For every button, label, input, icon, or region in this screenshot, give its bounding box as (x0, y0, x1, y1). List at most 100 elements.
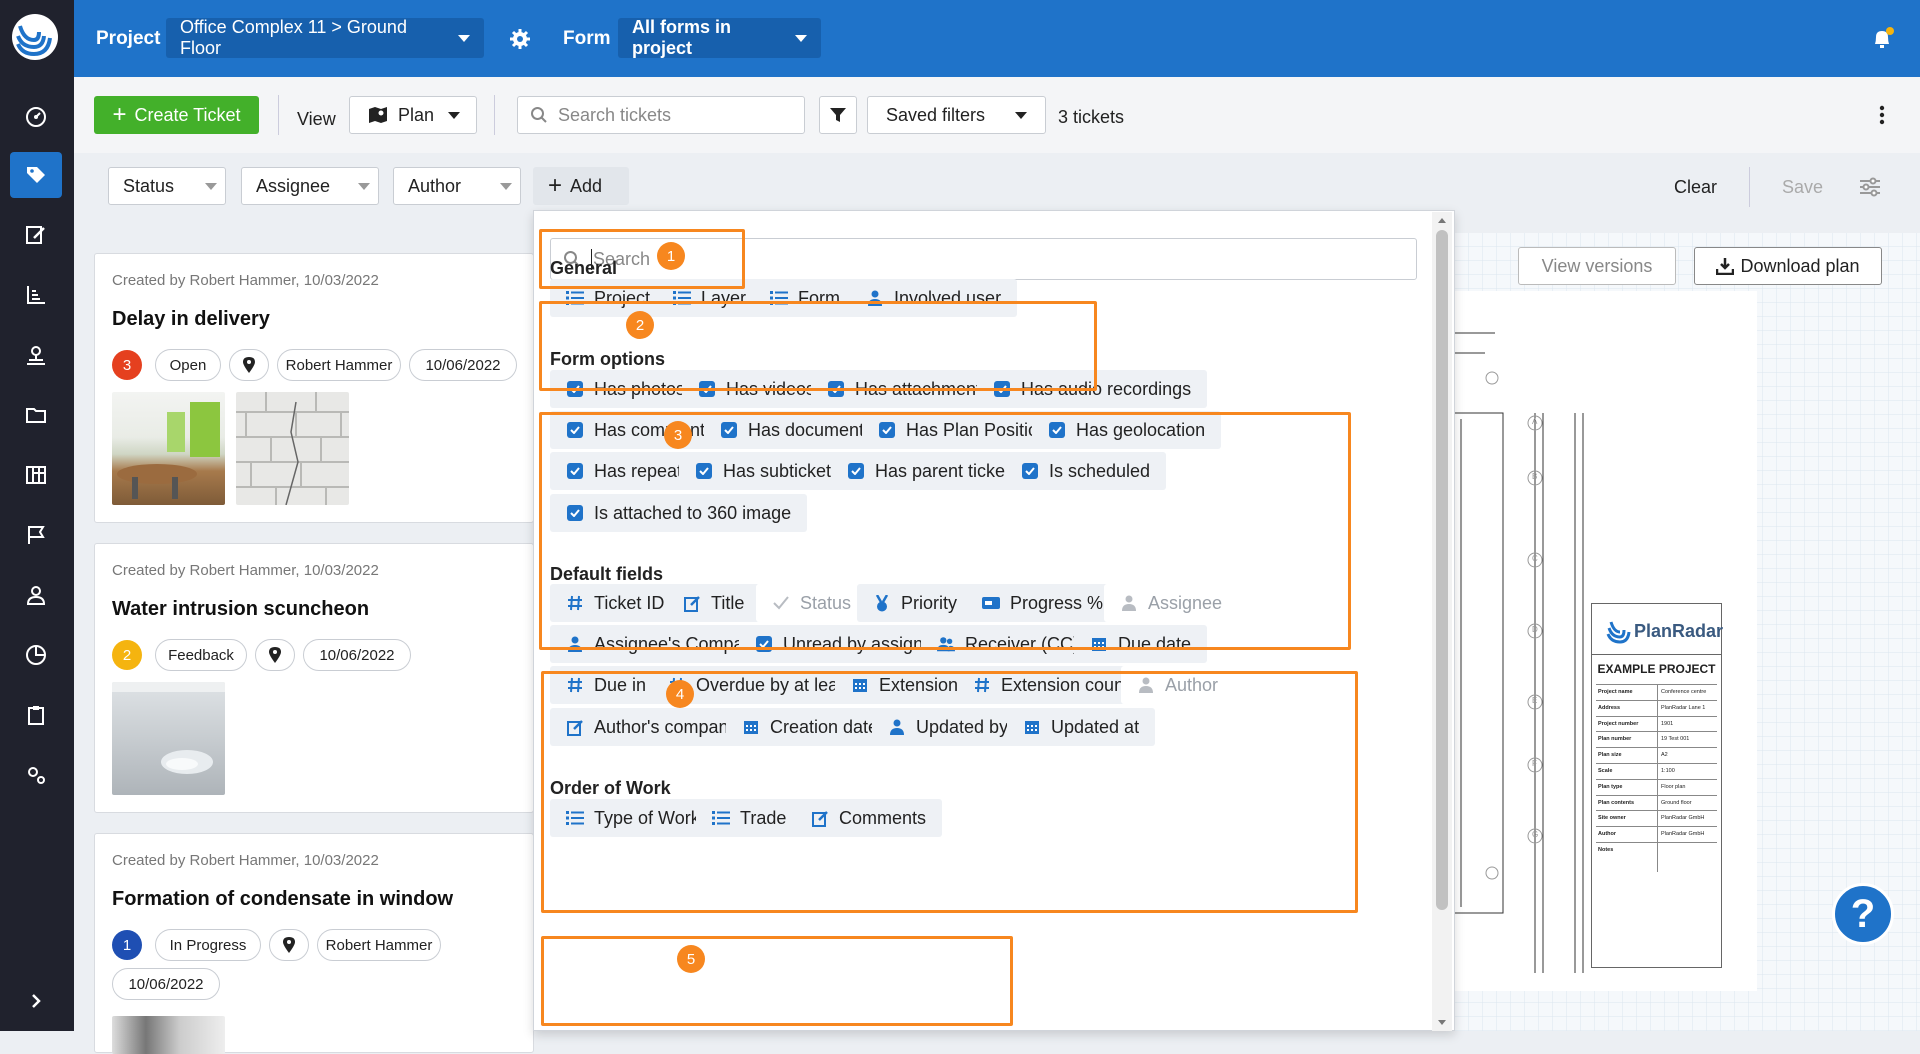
help-button[interactable]: ? (1832, 883, 1894, 945)
annotation-box-general (539, 301, 1097, 391)
plan-info-value: Conference centre (1661, 689, 1707, 695)
assignee-filter-label: Assignee (256, 175, 331, 196)
form-value: All forms in project (632, 17, 732, 58)
top-bar: Project Office Complex 11 > Ground Floor… (74, 0, 1920, 77)
scroll-down-icon[interactable] (1432, 1017, 1452, 1029)
user-icon[interactable] (10, 572, 62, 618)
plan-info-value: Floor plan (1661, 783, 1686, 790)
edit-icon[interactable] (10, 212, 62, 258)
planradar-brand: PlanRadar (1606, 618, 1723, 644)
view-selector[interactable]: Plan (349, 96, 477, 134)
project-selector[interactable]: Office Complex 11 > Ground Floor (166, 17, 484, 58)
add-filter-button[interactable]: + Add (533, 167, 629, 205)
location-pin-icon (229, 349, 269, 381)
plan-info-key: Project name (1596, 685, 1658, 700)
author-filter[interactable]: Author (393, 167, 521, 205)
ticket-meta: Created by Robert Hammer, 10/03/2022 (112, 562, 379, 579)
save-button[interactable]: Save (1782, 177, 1823, 198)
ticket-number-badge: 1 (112, 930, 142, 960)
download-plan-button[interactable]: Download plan (1694, 247, 1882, 285)
plan-brand-text: PlanRadar (1634, 620, 1724, 641)
plan-info-value: PlanRadar Lane 1 (1661, 704, 1706, 711)
chevron-down-icon (795, 34, 807, 42)
status-filter[interactable]: Status (108, 167, 226, 205)
view-versions-button[interactable]: View versions (1518, 247, 1676, 285)
search-tickets-input[interactable]: Search tickets (517, 96, 805, 134)
plans-icon[interactable] (10, 452, 62, 498)
plan-info-row: Plan number 19 Test 001 (1596, 731, 1717, 748)
toolbar: + Create Ticket View Plan Search tickets … (74, 77, 1920, 153)
ticket-photo[interactable] (112, 392, 225, 505)
chevron-down-icon (358, 183, 370, 190)
plan-info-key: Site owner (1596, 811, 1658, 827)
reports-icon[interactable] (10, 272, 62, 318)
annotation-badge: 3 (664, 421, 692, 449)
plan-info-value: PlanRadar GmbH (1661, 815, 1705, 822)
ticket-photo[interactable] (112, 1016, 225, 1054)
assignee-filter[interactable]: Assignee (241, 167, 379, 205)
grid-letter: A (1532, 417, 1538, 426)
ticket-card[interactable]: Created by Robert Hammer, 10/03/2022 Wat… (94, 543, 534, 813)
plan-info-value: A2 (1661, 752, 1668, 759)
dashboard-icon[interactable] (10, 94, 62, 140)
annotation-badge: 5 (677, 945, 705, 973)
ticket-date: 10/06/2022 (112, 968, 220, 1000)
grid-letter: E (1532, 696, 1538, 705)
scroll-up-icon[interactable] (1432, 214, 1452, 226)
flag-icon[interactable] (10, 512, 62, 558)
view-label: View (297, 109, 336, 129)
settings-icon[interactable] (10, 752, 62, 798)
scrollbar-thumb[interactable] (1436, 230, 1448, 910)
ticket-card[interactable]: Created by Robert Hammer, 10/03/2022 Del… (94, 253, 534, 523)
filter-icon[interactable] (819, 96, 857, 134)
folder-icon[interactable] (10, 392, 62, 438)
ticket-date: 10/06/2022 (303, 639, 411, 671)
chevron-down-icon (448, 111, 461, 119)
annotation-box-form-options (539, 412, 1351, 650)
plan-info-value: 1:100 (1661, 767, 1675, 774)
annotation-badge: 4 (666, 680, 694, 708)
create-ticket-label: Create Ticket (134, 104, 241, 125)
filter-settings-icon[interactable] (1859, 177, 1881, 197)
more-vertical-icon[interactable] (1879, 104, 1885, 126)
ticket-list: Created by Robert Hammer, 10/03/2022 Del… (94, 253, 534, 1054)
annotation-box-search (539, 229, 745, 289)
notification-bell-icon[interactable] (1869, 26, 1895, 52)
divider (278, 95, 279, 135)
dropdown-scrollbar[interactable] (1432, 212, 1452, 1031)
ticket-card[interactable]: Created by Robert Hammer, 10/03/2022 For… (94, 833, 534, 1054)
tickets-icon[interactable] (10, 152, 62, 198)
plan-info-row: Site owner PlanRadar GmbH (1596, 810, 1717, 827)
location-icon[interactable] (10, 332, 62, 378)
project-label: Project (96, 28, 161, 49)
plan-info-row: Scale 1:100 (1596, 762, 1717, 779)
author-filter-label: Author (408, 175, 462, 196)
plan-info-row: Plan type Floor plan (1596, 778, 1717, 795)
plan-title-block: PlanRadar EXAMPLE PROJECT Project name Co… (1591, 603, 1723, 968)
planradar-logo-icon[interactable] (12, 14, 58, 60)
gear-icon[interactable] (509, 28, 531, 50)
create-ticket-button[interactable]: + Create Ticket (94, 96, 259, 134)
ticket-count: 3 tickets (1058, 107, 1125, 127)
plan-info-value (1658, 843, 1661, 872)
ticket-number-badge: 2 (112, 640, 142, 670)
chevron-right-icon[interactable] (10, 978, 62, 1024)
plan-info-row: Address PlanRadar Lane 1 (1596, 699, 1717, 716)
form-selector[interactable]: All forms in project (618, 17, 821, 58)
plus-icon: + (548, 172, 563, 199)
clipboard-icon[interactable] (10, 692, 62, 738)
plan-info-row: Plan size A2 (1596, 747, 1717, 763)
add-filter-label: Add (570, 175, 603, 196)
clear-button[interactable]: Clear (1674, 177, 1717, 198)
plan-info-key: Project number (1596, 716, 1658, 732)
project-value: Office Complex 11 > Ground Floor (180, 17, 407, 58)
plan-info-row: Plan contents Ground floor (1596, 794, 1717, 811)
form-label: Form (563, 28, 611, 49)
ticket-photo[interactable] (236, 392, 349, 505)
plan-info-key: Plan type (1596, 779, 1658, 795)
saved-filters-dropdown[interactable]: Saved filters (867, 96, 1046, 134)
chart-icon[interactable] (10, 632, 62, 678)
ticket-photo[interactable] (112, 682, 225, 795)
download-icon (1716, 258, 1735, 275)
sidebar (0, 0, 74, 1031)
